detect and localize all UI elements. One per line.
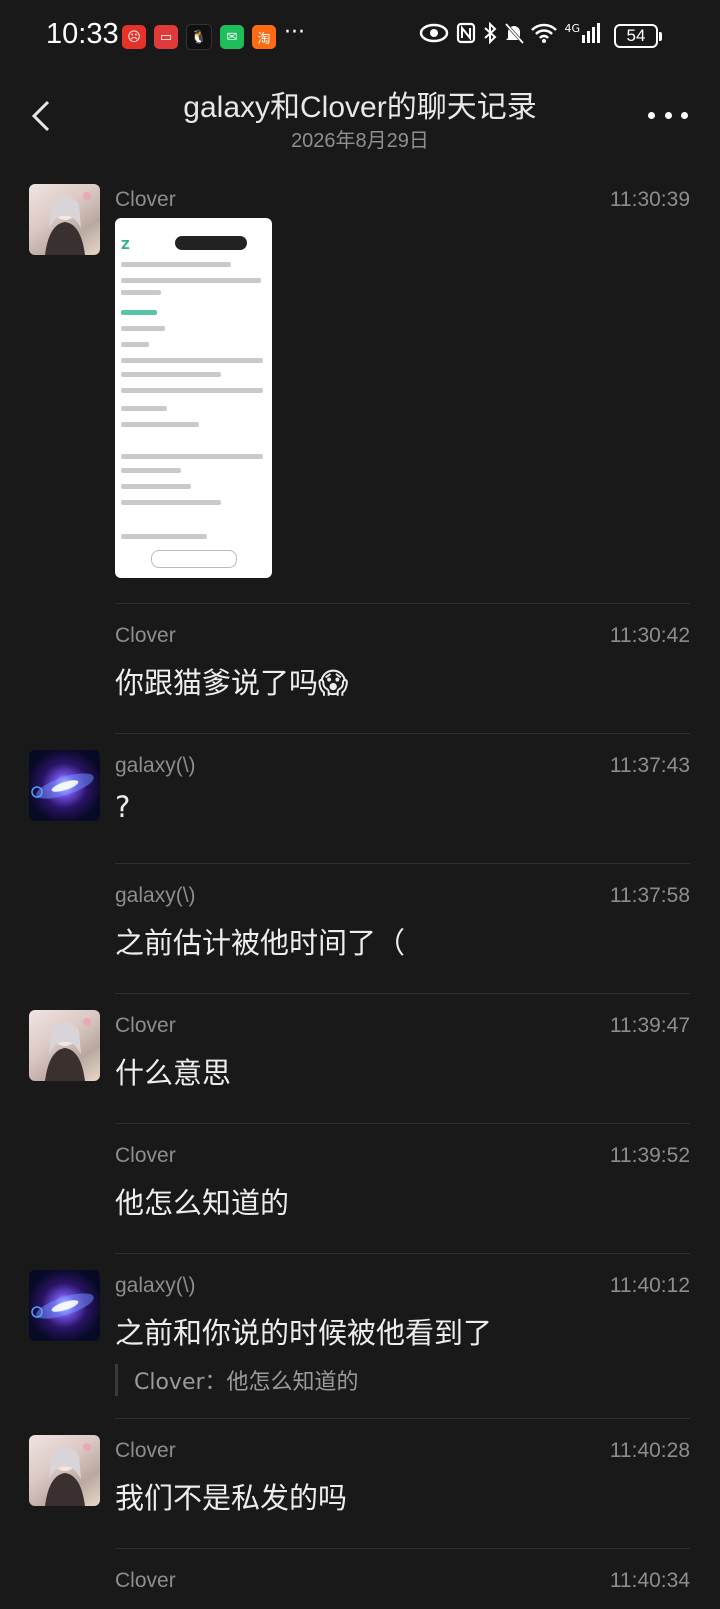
sender-name: Clover <box>115 1014 176 1037</box>
nfc-icon <box>457 22 476 44</box>
message-text[interactable]: 你跟猫爹说了吗😱 <box>115 660 348 702</box>
taobao-icon: 淘 <box>252 25 276 49</box>
sender-name: galaxy(\) <box>115 884 196 907</box>
message-time: 11:39:47 <box>609 1014 690 1037</box>
clover-avatar-image <box>45 1018 91 1081</box>
message-time: 11:37:58 <box>609 884 690 907</box>
avatar[interactable] <box>29 1270 100 1341</box>
avatar[interactable] <box>29 1435 100 1506</box>
wechat-icon: ✉ <box>220 25 244 49</box>
message-item: Clover 11:39:52 他怎么知道的 <box>0 1124 720 1254</box>
message-time: 11:37:43 <box>609 754 690 777</box>
message-text[interactable]: 他怎么知道的 <box>115 1180 289 1222</box>
thumb-logo-icon: Z <box>121 238 130 252</box>
galaxy-avatar-image <box>31 773 94 799</box>
thumb-input-bar <box>151 550 237 568</box>
image-attachment[interactable]: Z <box>115 218 272 578</box>
mute-bell-icon <box>505 22 525 44</box>
message-text[interactable]: 我们不是私发的吗 <box>115 1475 347 1517</box>
app-red2-icon: ▭ <box>154 25 178 49</box>
message-item: galaxy(\) 11:37:58 之前估计被他时间了（ <box>0 864 720 994</box>
qq-icon: 🐧 <box>186 24 212 50</box>
sender-name: Clover <box>115 188 176 211</box>
sender-name: Clover <box>115 624 176 647</box>
status-time: 10:33 <box>46 18 119 50</box>
battery-icon: 54 <box>614 24 662 48</box>
quoted-reply[interactable]: Clover：他怎么知道的 <box>115 1364 359 1396</box>
galaxy-avatar-image <box>31 1293 94 1319</box>
message-time: 11:39:52 <box>609 1144 690 1167</box>
sender-name: Clover <box>115 1144 176 1167</box>
chat-history-header: galaxy和Clover的聊天记录 2026年8月29日 <box>0 76 720 156</box>
clover-avatar-image <box>45 192 91 255</box>
sender-name: galaxy(\) <box>115 754 196 777</box>
sender-name: Clover <box>115 1569 176 1592</box>
wifi-icon <box>531 23 558 43</box>
more-notifications-icon: ··· <box>284 20 305 45</box>
message-text[interactable]: 之前估计被他时间了（ <box>115 920 405 962</box>
status-bar: 10:33 ☹ ▭ 🐧 ✉ 淘 ··· 4G 54 <box>0 0 720 76</box>
avatar[interactable] <box>29 750 100 821</box>
avatar[interactable] <box>29 184 100 255</box>
avatar[interactable] <box>29 1010 100 1081</box>
app-red-icon: ☹ <box>122 25 146 49</box>
sender-name: Clover <box>115 1439 176 1462</box>
message-time: 11:30:39 <box>609 188 690 211</box>
message-time: 11:30:42 <box>609 624 690 647</box>
more-options-icon[interactable] <box>648 100 688 130</box>
message-time: 11:40:28 <box>609 1439 690 1462</box>
bluetooth-icon <box>484 22 497 44</box>
message-item: Clover 11:30:42 你跟猫爹说了吗😱 <box>0 604 720 734</box>
thumb-search-bar <box>175 236 247 250</box>
clover-avatar-image <box>45 1443 91 1506</box>
network-label: 4G <box>564 22 580 35</box>
system-icons: 4G <box>419 22 600 44</box>
message-item: galaxy(\) 11:37:43 ? <box>0 734 720 864</box>
message-item: Clover 11:39:47 什么意思 <box>0 994 720 1124</box>
message-item: galaxy(\) 11:40:12 之前和你说的时候被他看到了 Clover：… <box>0 1254 720 1419</box>
signal-icon: 4G <box>564 23 600 43</box>
page-subtitle: 2026年8月29日 <box>291 130 429 152</box>
eye-icon <box>420 23 449 43</box>
notification-icons: ☹ ▭ 🐧 ✉ 淘 <box>122 24 276 50</box>
page-title: galaxy和Clover的聊天记录 <box>183 91 537 124</box>
message-time: 11:40:12 <box>609 1274 690 1297</box>
message-text[interactable]: 什么意思 <box>115 1050 231 1092</box>
message-item: Clover 11:40:34 <box>0 1549 720 1609</box>
message-text[interactable]: ? <box>115 790 130 824</box>
sender-name: galaxy(\) <box>115 1274 196 1297</box>
message-item: Clover 11:40:28 我们不是私发的吗 <box>0 1419 720 1549</box>
message-time: 11:40:34 <box>609 1569 690 1592</box>
message-text[interactable]: 之前和你说的时候被他看到了 <box>115 1310 492 1352</box>
message-item: Clover 11:30:39 Z <box>0 156 720 604</box>
